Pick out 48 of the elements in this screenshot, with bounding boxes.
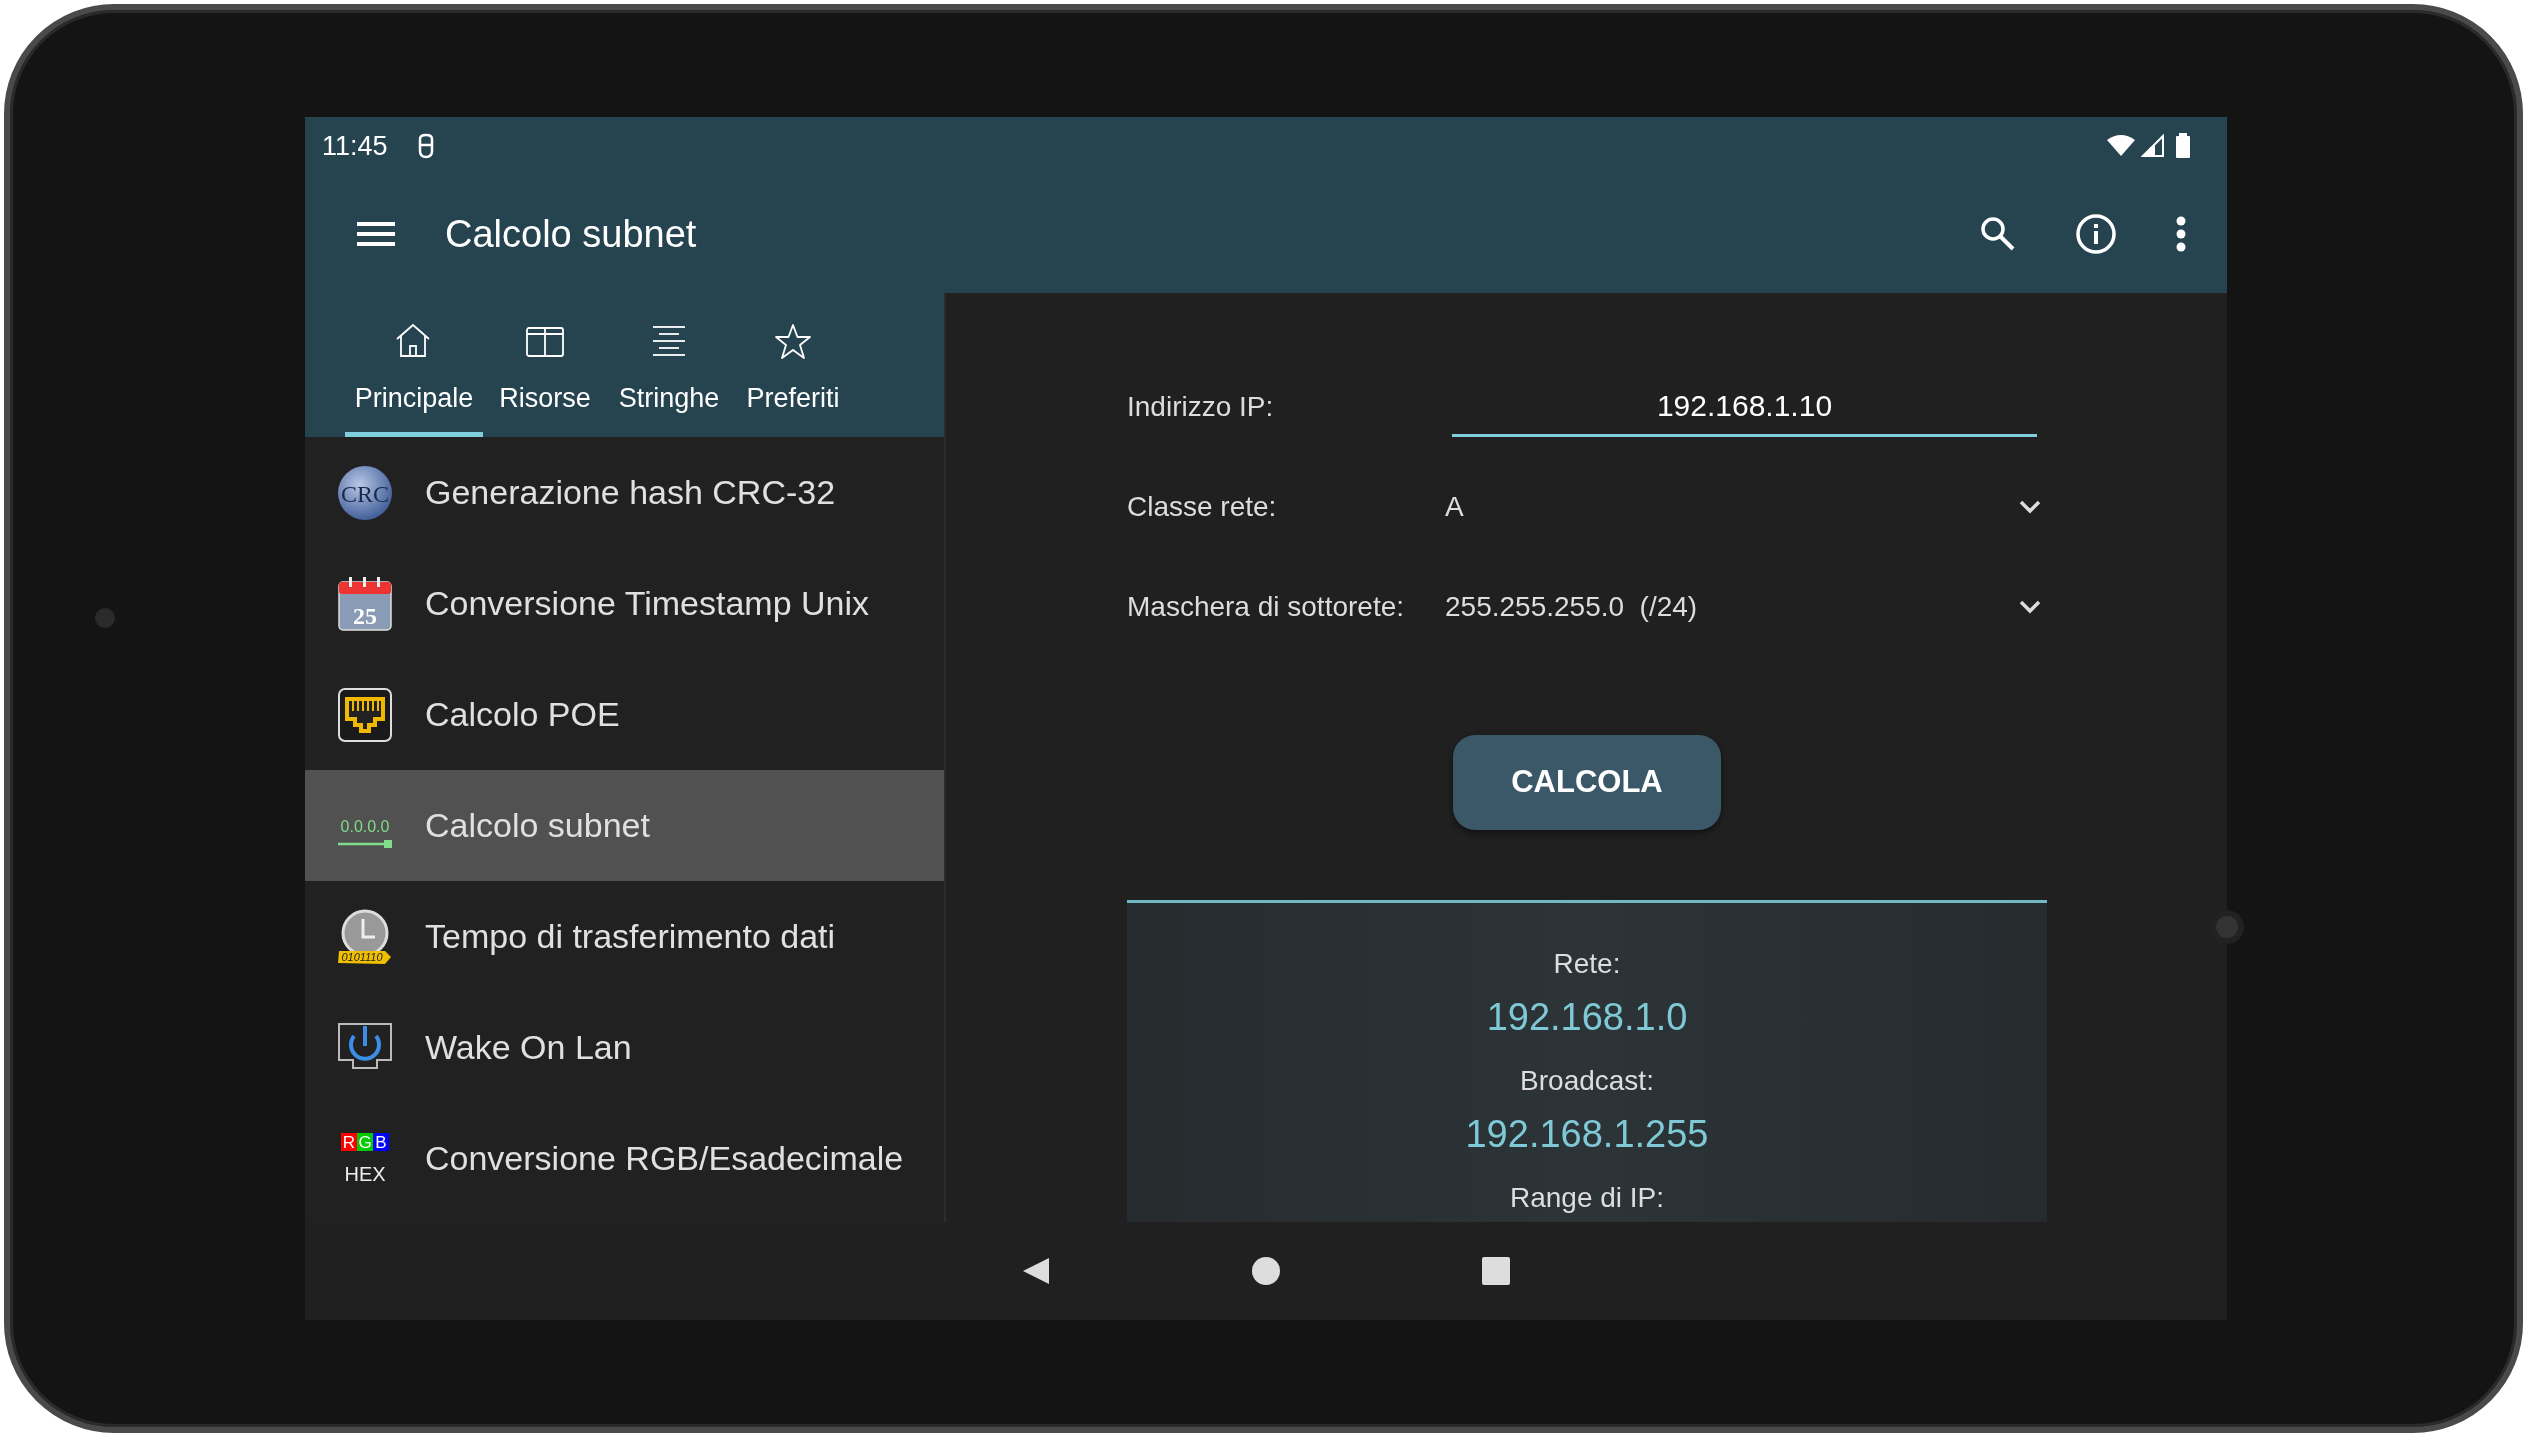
sidebar-item[interactable]: CRC Generazione hash CRC-32 [305,437,944,548]
chevron-down-icon [2019,600,2041,614]
result-value: 192.168.1.255 [1465,1112,1709,1157]
back-icon [1021,1256,1051,1286]
search-button[interactable] [1979,215,2017,253]
info-button[interactable] [2075,213,2117,255]
network-port-icon [337,686,393,743]
result-label: Rete: [1553,947,1621,981]
battery-icon [2175,133,2191,159]
info-icon [2075,213,2117,255]
calculate-button[interactable]: CALCOLA [1453,735,1721,830]
home-button[interactable] [1251,1256,1281,1286]
app-title: Calcolo subnet [445,211,697,257]
chevron-down-icon [2019,500,2041,514]
sidebar-item[interactable]: 0101110 Tempo di trasferimento dati [305,881,944,992]
star-icon [773,321,813,360]
crc-badge-icon: CRC [337,464,393,521]
circle-icon [1251,1256,1281,1286]
more-options-icon [2175,216,2187,252]
sidebar-item[interactable]: 25 Conversione Timestamp Unix [305,548,944,659]
search-icon [1979,215,2017,253]
more-options-button[interactable] [2175,216,2187,252]
square-icon [1481,1256,1511,1286]
sidebar-item[interactable]: R G B HEX Conversione RGB/Esadecimale [305,1103,944,1214]
back-button[interactable] [1021,1256,1051,1286]
result-value: 192.168.1.0 [1486,995,1688,1040]
wifi-icon [2105,134,2137,158]
signal-icon [2141,134,2165,158]
result-label: Broadcast: [1520,1064,1654,1098]
sidebar-item[interactable]: Wake On Lan [305,992,944,1103]
tab[interactable]: Risorse [483,293,607,437]
field-label: Maschera di sottorete: [1127,590,1406,624]
menu-button[interactable] [357,220,395,248]
sidebar-item[interactable]: 0.0.0.0 Calcolo subnet [305,770,944,881]
sensor-dot [95,608,115,628]
sidebar-item[interactable]: Calcolo POE [305,659,944,770]
status-time: 11:45 [322,129,388,163]
result-label: Range di IP: [1509,1181,1665,1215]
field-label: Classe rete: [1127,490,1278,524]
ip-input-field[interactable]: 192.168.1.10 [1452,377,2037,437]
tab[interactable]: Stringhe [607,293,731,437]
dropdown[interactable]: 255.255.255.0 (/24) [1445,586,2047,628]
dropdown[interactable]: A [1445,486,2047,528]
field-label: Indirizzo IP: [1127,390,1275,424]
menu-icon [357,220,395,248]
overview-button[interactable] [1481,1256,1511,1286]
tab[interactable]: Principale [345,293,483,437]
tab[interactable]: Preferiti [731,293,855,437]
